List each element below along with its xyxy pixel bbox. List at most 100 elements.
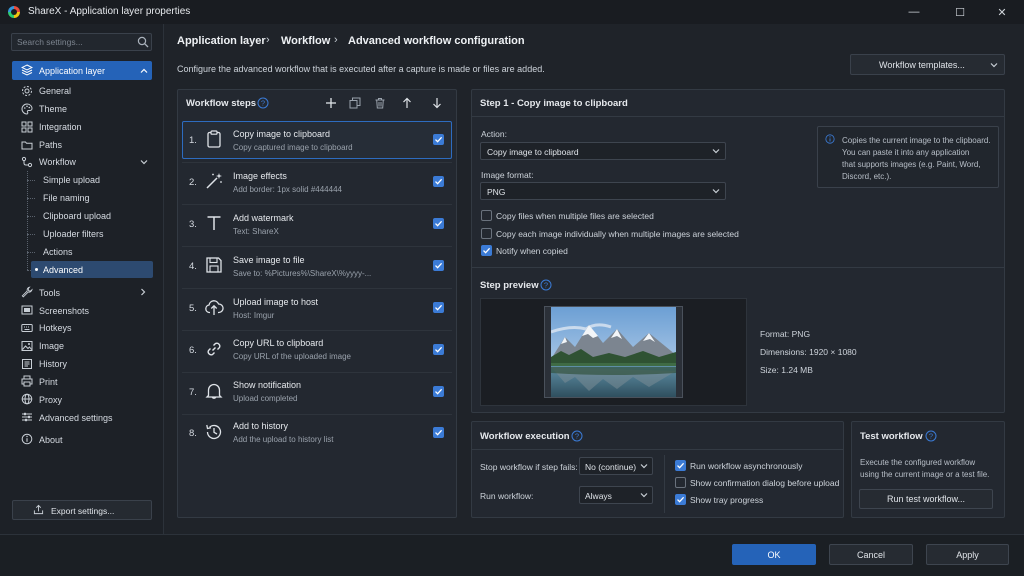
sidebar-label-tools: Tools <box>39 288 61 298</box>
minimize-button[interactable]: — <box>894 0 934 24</box>
breadcrumb-application-layer[interactable]: Application layer <box>177 35 266 47</box>
image-format-select[interactable] <box>480 182 726 200</box>
sidebar-item-file-naming[interactable]: File naming <box>43 193 90 203</box>
grid-icon <box>21 121 33 133</box>
sidebar-label-image: Image <box>39 341 65 351</box>
test-workflow-description: Execute the configured workflow <box>860 458 976 467</box>
step-number: 3. <box>189 219 197 230</box>
step-number: 5. <box>189 303 197 314</box>
bullet-icon <box>35 268 38 271</box>
duplicate-step-icon[interactable] <box>349 97 361 109</box>
cancel-button[interactable]: Cancel <box>829 544 913 565</box>
copy-multiple-files-label: Copy files when multiple files are selec… <box>496 211 654 221</box>
step-title: Add watermark <box>233 213 294 223</box>
sidebar-label-history: History <box>39 359 68 369</box>
step-title: Show notification <box>233 380 302 390</box>
step-preview-title: Step preview <box>480 280 539 291</box>
close-button[interactable]: ✕ <box>982 0 1022 24</box>
copy-individually-checkbox[interactable] <box>481 228 492 239</box>
sidebar-item-clipboard-upload[interactable]: Clipboard upload <box>43 211 111 221</box>
step-subtitle: Host: Imgur <box>233 311 275 320</box>
breadcrumb-advanced-workflow: Advanced workflow configuration <box>348 35 525 47</box>
gear-icon <box>22 86 32 96</box>
divider <box>472 267 1004 268</box>
move-down-icon[interactable] <box>431 97 443 109</box>
sliders-icon <box>22 412 32 422</box>
workflow-icon <box>21 156 33 168</box>
chevron-up-icon[interactable] <box>140 67 148 75</box>
step-title: Image effects <box>233 171 287 181</box>
workflow-execution-title: Workflow execution <box>480 431 570 442</box>
sidebar-item-uploader-filters[interactable]: Uploader filters <box>43 229 104 239</box>
sidebar-item-simple-upload[interactable]: Simple upload <box>43 175 100 185</box>
image-icon <box>21 341 33 351</box>
tree-branch <box>27 216 35 217</box>
step-number: 6. <box>189 345 197 356</box>
sidebar-label-paths: Paths <box>39 140 63 150</box>
svg-text:?: ? <box>261 99 265 108</box>
step-subtitle: Copy URL of the uploaded image <box>233 352 351 361</box>
workflow-steps-title: Workflow steps <box>186 98 257 109</box>
sidebar-label-integration: Integration <box>39 122 82 132</box>
checkmark-icon <box>677 496 685 503</box>
sidebar-label-advanced: Advanced <box>43 265 84 275</box>
sidebar-item-actions[interactable]: Actions <box>43 247 73 257</box>
divider <box>472 116 1004 117</box>
checkmark-icon <box>435 388 443 395</box>
apply-button[interactable]: Apply <box>926 544 1009 565</box>
printer-icon <box>21 375 33 387</box>
checkmark-icon <box>435 262 443 269</box>
info-text-line: Copies the current image to the clipboar… <box>842 136 991 145</box>
help-icon[interactable]: ? <box>257 97 269 109</box>
step-number: 2. <box>189 177 197 188</box>
keyboard-icon <box>21 324 33 332</box>
sidebar-label-screenshots: Screenshots <box>39 306 90 316</box>
preview-size: Size: 1.24 MB <box>760 365 813 375</box>
run-test-workflow-button[interactable]: Run test workflow... <box>859 489 993 509</box>
step-subtitle: Text: ShareX <box>233 227 279 236</box>
search-icon[interactable] <box>137 36 149 48</box>
preview-format: Format: PNG <box>760 329 811 339</box>
page-description: Configure the advanced workflow that is … <box>177 64 545 74</box>
step-subtitle: Add the upload to history list <box>233 435 334 444</box>
breadcrumb-separator-icon: › <box>266 34 270 46</box>
sidebar-label-about: About <box>39 435 63 445</box>
tree-branch <box>27 180 35 181</box>
run-workflow-value: Always <box>585 491 612 501</box>
step-subtitle: Save to: %Pictures%\ShareX\%yyyy-... <box>233 269 372 278</box>
sidebar-label-proxy: Proxy <box>39 395 63 405</box>
delete-step-icon[interactable] <box>374 97 386 109</box>
window-title: ShareX - Application layer properties <box>28 6 191 17</box>
step-detail-title: Step 1 - Copy image to clipboard <box>480 98 628 109</box>
ok-button[interactable]: OK <box>732 544 816 565</box>
clipboard-icon <box>207 130 221 148</box>
help-icon[interactable]: ? <box>571 430 583 442</box>
checkmark-icon <box>435 220 443 227</box>
test-workflow-title: Test workflow <box>860 431 923 442</box>
chevron-right-icon[interactable] <box>139 288 147 296</box>
help-icon[interactable]: ? <box>540 279 552 291</box>
help-icon[interactable]: ? <box>925 430 937 442</box>
step-number: 1. <box>189 135 197 146</box>
info-text-line: You can paste it into any application <box>842 148 970 157</box>
sidebar-label-workflow: Workflow <box>39 157 76 167</box>
move-up-icon[interactable] <box>401 97 413 109</box>
history-clock-icon <box>206 424 222 440</box>
tree-line <box>27 171 28 270</box>
palette-icon <box>21 103 33 115</box>
chevron-down-icon[interactable] <box>140 158 148 166</box>
breadcrumb-workflow[interactable]: Workflow <box>281 35 330 47</box>
sidebar-label-theme: Theme <box>39 104 68 114</box>
screenshot-icon <box>21 305 33 315</box>
copy-multiple-files-checkbox[interactable] <box>481 210 492 221</box>
maximize-button[interactable]: ☐ <box>940 0 980 24</box>
checkmark-icon <box>435 178 443 185</box>
add-step-icon[interactable] <box>325 97 337 109</box>
chevron-down-icon <box>990 63 998 68</box>
chevron-down-icon <box>712 189 720 194</box>
breadcrumb-separator-icon: › <box>334 34 338 46</box>
confirm-before-upload-checkbox[interactable] <box>675 477 686 488</box>
tree-branch <box>27 252 35 253</box>
mountain-lake-preview-image <box>551 307 676 397</box>
layers-icon <box>21 64 33 76</box>
